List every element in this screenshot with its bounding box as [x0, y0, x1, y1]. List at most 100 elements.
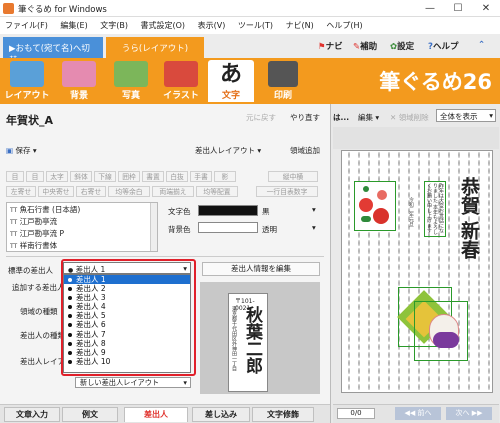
outline-button[interactable]: 白抜 — [166, 171, 188, 182]
new-sender-layout-select[interactable]: 新しい差出人レイアウト ▾ — [75, 377, 191, 388]
font-item[interactable]: TT 江戸勘亭流 P — [7, 227, 157, 239]
menu-bar: ファイル(F) 編集(E) 文字(B) 書式設定(O) 表示(V) ツール(T)… — [0, 17, 500, 34]
help-button[interactable]: ?ヘルプ — [428, 40, 458, 52]
ribbon-layout-label: レイアウト — [4, 91, 50, 101]
menu-help[interactable]: ヘルプ(H) — [321, 17, 367, 31]
font-list-scrollbar[interactable] — [150, 203, 157, 251]
minimize-button[interactable]: — — [416, 0, 444, 17]
front-side-tab[interactable]: ▶おもて(宛て名)へ切替 — [3, 37, 103, 66]
edit-menu[interactable]: 編集 ▾ — [358, 112, 379, 123]
delete-area-button[interactable]: ✕ 領域削除 — [390, 112, 429, 123]
prev-button[interactable]: ◀◀ 前へ — [395, 407, 441, 420]
delete-area-label: 領域削除 — [398, 113, 429, 122]
font-item[interactable]: TT 祥南行書体 — [7, 239, 157, 251]
greeting-text-1[interactable]: 恭賀 — [458, 177, 480, 215]
tab-sender[interactable]: 差出人 — [124, 407, 188, 422]
back-side-tab[interactable]: うら(レイアウト) — [106, 37, 204, 58]
align-center-button[interactable]: 中央寄せ — [38, 186, 74, 197]
guide-dots — [348, 151, 350, 392]
font-item[interactable]: TT 江戸勘亭流 — [7, 215, 157, 227]
handwrite-button[interactable]: 手書 — [190, 171, 212, 182]
font-type-icon: TT — [10, 231, 18, 238]
tab-text-input[interactable]: 文章入力 — [4, 407, 60, 422]
menu-text[interactable]: 文字(B) — [95, 17, 133, 31]
delete-icon: ✕ — [390, 113, 397, 122]
align-right-button[interactable]: 右寄せ — [76, 186, 106, 197]
frame-button[interactable]: 囲枠 — [118, 171, 140, 182]
ribbon-text-button[interactable]: あ 文字 — [208, 60, 254, 102]
settings-button[interactable]: ✿設定 — [390, 40, 414, 52]
camellia-illustration[interactable] — [354, 181, 396, 231]
tab-example[interactable]: 例文 — [62, 407, 118, 422]
tate-chu-yoko-button[interactable]: 縦中横 — [268, 171, 318, 182]
font-name: 江戸勘亭流 — [19, 217, 58, 226]
shadow-text-button[interactable]: 書置 — [142, 171, 164, 182]
bg-color-swatch[interactable] — [198, 222, 258, 233]
sender-type-label: 差出人の種類 — [20, 331, 65, 340]
ribbon-layout-button[interactable]: レイアウト — [4, 60, 50, 102]
greeting-text-2[interactable]: 新春 — [458, 221, 480, 259]
add-area-button[interactable]: 領域追加 — [290, 145, 320, 156]
distribute-button[interactable]: 均等配置 — [196, 186, 238, 197]
menu-tools[interactable]: ツール(T) — [233, 17, 278, 31]
card-preview[interactable]: 恭賀 新春 昨年は大変お世話になりました 本年もよろしくお願い申し上げます 令和… — [341, 150, 493, 393]
menu-file[interactable]: ファイル(F) — [0, 17, 53, 31]
tab-merge[interactable]: 差し込み — [192, 407, 250, 422]
next-button[interactable]: 次へ ▶▶ — [446, 407, 492, 420]
font-type-icon: TT — [10, 243, 18, 250]
text-brush-icon: あ — [219, 61, 242, 87]
title-bar: 筆ぐるめ for Windows — ☐ ✕ — [0, 0, 500, 17]
zoom-select[interactable]: 全体を表示 ▾ — [436, 109, 496, 122]
italic-button[interactable]: 斜体 — [70, 171, 92, 182]
even-margin-button[interactable]: 均等余白 — [108, 186, 150, 197]
assist-button[interactable]: ✎補助 — [353, 40, 377, 52]
align-left-button[interactable]: 左寄せ — [6, 186, 36, 197]
save-icon: ▣ — [6, 146, 14, 155]
leaf-icon — [361, 216, 371, 222]
first-line-number-button[interactable]: 一行目表数字 — [256, 186, 318, 197]
edit-sender-info-button[interactable]: 差出人情報を編集 — [202, 262, 320, 276]
menu-edit[interactable]: 編集(E) — [55, 17, 92, 31]
maximize-button[interactable]: ☐ — [444, 0, 472, 17]
chevron-up-icon: ⌃ — [478, 40, 486, 50]
ribbon-photo-button[interactable]: 写真 — [108, 60, 154, 102]
edit-menu-label: 編集 — [358, 113, 373, 122]
sender-name: 秋葉二郎 — [242, 306, 262, 374]
format-box-button[interactable]: 目 — [6, 171, 24, 182]
greeting-date[interactable]: 令和二年元旦 — [408, 197, 415, 237]
font-list[interactable]: TT 魚石行書 (日本語) TT 江戸勘亭流 TT 江戸勘亭流 P TT 祥南行… — [6, 202, 158, 252]
collapse-button[interactable]: ⌃ — [478, 40, 485, 50]
menu-view[interactable]: 表示(V) — [193, 17, 231, 31]
bg-color-label: 背景色 — [168, 225, 191, 234]
drop-shadow-button[interactable]: 影 — [214, 171, 236, 182]
greeting-body[interactable]: 昨年は大変お世話になりました 本年もよろしくお願い申し上げます — [424, 181, 446, 237]
menu-format[interactable]: 書式設定(O) — [136, 17, 191, 31]
underline-button[interactable]: 下線 — [94, 171, 116, 182]
bold-button[interactable]: 太字 — [46, 171, 68, 182]
mouse-illustration[interactable] — [414, 301, 468, 361]
sender-layout-menu[interactable]: 差出人レイアウト ▾ — [195, 145, 261, 156]
ribbon-illustration-button[interactable]: イラスト — [158, 60, 204, 102]
save-button[interactable]: ▣ 保存 ▾ — [6, 145, 37, 156]
redo-button[interactable]: やり直す — [290, 112, 320, 123]
bg-color-dropdown[interactable]: ▾ — [312, 223, 316, 232]
ribbon-print-label: 印刷 — [273, 91, 292, 101]
text-color-dropdown[interactable]: ▾ — [312, 205, 316, 214]
close-button[interactable]: ✕ — [472, 0, 500, 17]
text-color-swatch[interactable] — [198, 205, 258, 216]
ribbon-print-button[interactable]: 印刷 — [260, 60, 306, 102]
mouse-body-icon — [433, 332, 459, 348]
navi-button[interactable]: ⚑ナビ — [318, 40, 343, 52]
mode-bar: ▶おもて(宛て名)へ切替 うら(レイアウト) ⚑ナビ ✎補助 ✿設定 ?ヘルプ … — [0, 34, 500, 66]
tab-text-decoration[interactable]: 文字修飾 — [252, 407, 314, 422]
menu-navi[interactable]: ナビ(N) — [281, 17, 319, 31]
justify-button[interactable]: 両端揃え — [152, 186, 194, 197]
ribbon-background-button[interactable]: 背景 — [56, 60, 102, 102]
undo-button[interactable]: 元に戻す — [246, 112, 276, 123]
font-type-icon: TT — [10, 219, 18, 226]
font-item[interactable]: TT 魚石行書 (日本語) — [7, 203, 157, 215]
format-list-button[interactable]: 目 — [26, 171, 44, 182]
add-sender-label: 追加する差出人 — [12, 283, 65, 292]
ribbon-photo-label: 写真 — [121, 91, 140, 101]
ribbon-illustration-label: イラスト — [163, 91, 199, 101]
